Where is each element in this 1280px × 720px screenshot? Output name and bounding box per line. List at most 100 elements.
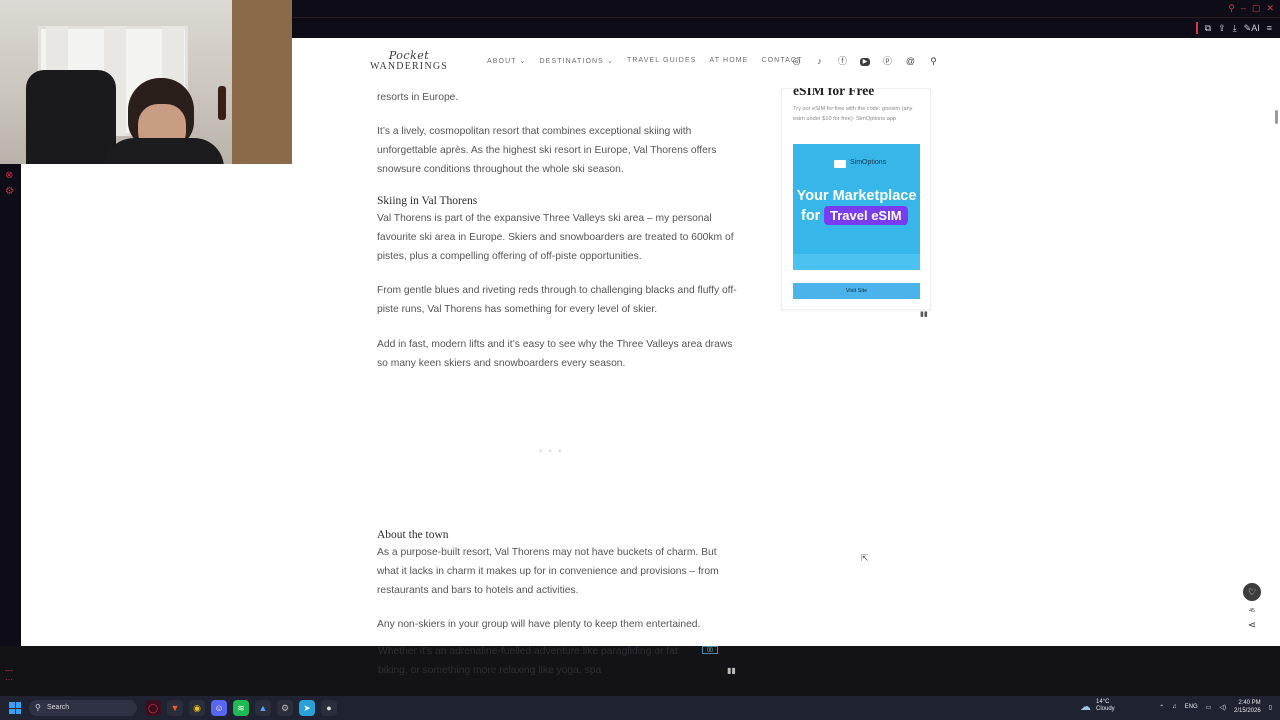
vpn-icon[interactable]: ▲: [255, 700, 271, 716]
ai-label: AI: [1251, 22, 1260, 33]
paragraph: resorts in Europe.: [377, 92, 459, 103]
divider: [293, 17, 1280, 18]
browser-toolbar: ⧉ ⇪ ⤓ ✎AI ≡: [1195, 22, 1272, 34]
nav-at-home[interactable]: AT HOME: [710, 57, 749, 65]
banner-for: for: [801, 208, 821, 224]
paragraph: Val Thorens is part of the expansive Thr…: [377, 213, 734, 262]
search-placeholder: Search: [47, 704, 70, 711]
weather-temp: 14°C: [1096, 699, 1110, 705]
date: 2/15/2026: [1233, 708, 1261, 714]
settings-icon[interactable]: ⚙: [5, 186, 14, 197]
spotify-icon[interactable]: ≋: [233, 700, 249, 716]
search-icon[interactable]: ⚲: [928, 56, 939, 67]
youtube-icon[interactable]: ▶: [860, 57, 870, 66]
nav-travel-guides[interactable]: TRAVEL GUIDES: [627, 57, 697, 65]
paragraph: As a purpose-built resort, Val Thorens m…: [377, 547, 719, 596]
paragraph-line: biking, or something more relaxing like …: [378, 665, 602, 676]
pinterest-icon[interactable]: ⓟ: [882, 56, 893, 67]
sim-card-icon: [834, 160, 846, 168]
settings-icon[interactable]: ⚙: [277, 700, 293, 716]
leo-ai-button[interactable]: ✎AI: [1244, 23, 1260, 34]
page-scrollbar[interactable]: [1273, 38, 1280, 646]
instagram-icon[interactable]: ◎: [791, 56, 802, 67]
webcam-chair: [26, 70, 116, 164]
chrome-icon[interactable]: ◉: [189, 700, 205, 716]
display-icon[interactable]: ▭: [1206, 704, 1212, 711]
paragraph: Add in fast, modern lifts and it’s easy …: [377, 339, 733, 369]
banner-brand: SimOptions: [850, 159, 887, 166]
main-nav: ABOUT ⌄ DESTINATIONS ⌄ TRAVEL GUIDES AT …: [487, 57, 802, 65]
nav-label: DESTINATIONS: [539, 58, 604, 65]
ad-mark-icon: ▮▮: [727, 666, 736, 675]
close-icon[interactable]: ✕: [1266, 3, 1274, 14]
webcam-bottle: [218, 86, 226, 120]
ad-mark-icon: ▮▮: [920, 311, 928, 318]
minimize-icon[interactable]: –: [1241, 3, 1246, 14]
webcam-overlay: [0, 0, 292, 164]
search-icon[interactable]: ⚲: [1228, 3, 1235, 14]
windows-taskbar: ⚲ Search ◯ ▼ ◉ ☺ ≋ ▲ ⚙ ➤ ● ☁ 14°C Cloudy …: [0, 696, 1280, 720]
mouse-cursor-icon: ⇱: [861, 553, 869, 563]
ad-placeholder: • • •: [539, 446, 564, 456]
maximize-icon[interactable]: ▢: [1252, 3, 1261, 14]
facebook-icon[interactable]: ⓕ: [837, 56, 848, 67]
share-icon[interactable]: ⋖: [1245, 620, 1259, 631]
window-controls: ⚲ – ▢ ✕: [1228, 3, 1274, 14]
nav-destinations[interactable]: DESTINATIONS ⌄: [540, 57, 614, 65]
notification-icon[interactable]: ▯: [1269, 704, 1272, 711]
screen: ⚲ – ▢ ✕ ⧉ ⇪ ⤓ ✎AI ≡ ⊗ ⚙ Pocket WANDERING…: [0, 0, 1280, 720]
site-logo[interactable]: Pocket WANDERINGS: [369, 50, 449, 73]
obs-icon[interactable]: ●: [321, 700, 337, 716]
sidebar-bottom-icons: — ⋯: [5, 666, 13, 684]
paragraph: It’s a lively, cosmopolitan resort that …: [377, 126, 717, 175]
search-icon: ⚲: [35, 703, 41, 712]
download-icon[interactable]: ⤓: [1233, 23, 1237, 34]
likes-count: 45: [1249, 608, 1255, 614]
chevron-up-icon[interactable]: ⌃: [1159, 704, 1164, 711]
divider: [1195, 22, 1198, 34]
brave-icon[interactable]: ▼: [167, 700, 183, 716]
taskbar-apps: ◯ ▼ ◉ ☺ ≋ ▲ ⚙ ➤ ●: [145, 700, 337, 716]
paragraph: From gentle blues and riveting reds thro…: [377, 285, 737, 315]
ad-choices-icon[interactable]: ▯▯: [702, 646, 718, 654]
cloud-icon: ☁: [1080, 700, 1091, 713]
obscured-text: Whether it’s an adrenaline-fuelled adven…: [378, 642, 738, 680]
opera-gx-icon[interactable]: ◯: [145, 700, 161, 716]
share-icon[interactable]: ⇪: [1218, 23, 1226, 34]
weather-widget[interactable]: ☁ 14°C Cloudy: [1080, 699, 1115, 713]
menu-icon[interactable]: ≡: [1267, 23, 1272, 33]
microphone-icon[interactable]: ♫: [1172, 704, 1177, 710]
visit-site-button[interactable]: Visit Site: [793, 283, 920, 299]
chevron-down-icon: ⌄: [519, 58, 527, 65]
discord-icon[interactable]: ☺: [211, 700, 227, 716]
nav-about[interactable]: ABOUT ⌄: [487, 57, 527, 65]
volume-icon[interactable]: ◁): [1219, 704, 1226, 711]
chevron-down-icon: ⌄: [606, 58, 614, 65]
esim-banner-ad[interactable]: SimOptions Your Marketplace for Travel e…: [793, 144, 920, 270]
banner-pill: Travel eSIM: [824, 206, 908, 225]
time: 2:40 PM: [1238, 700, 1261, 706]
esim-widget: eSIM for Free Try our eSIM for free with…: [781, 83, 931, 310]
banner-headline: Your Marketplace: [796, 188, 917, 204]
language-indicator[interactable]: ENG: [1185, 704, 1198, 710]
windows-start-icon[interactable]: [9, 702, 21, 714]
weather-desc: Cloudy: [1096, 706, 1115, 712]
social-links: ◎ ♪ ⓕ ▶ ⓟ @ ⚲: [791, 56, 939, 67]
webcam-person-body: [104, 138, 224, 164]
logo-caps: WANDERINGS: [369, 61, 449, 72]
sticky-bottom-ad: Whether it’s an adrenaline-fuelled adven…: [0, 646, 1280, 696]
system-tray: ⌃ ♫ ENG ▭ ◁) 2:40 PM 2/15/2026 ▯: [1159, 699, 1272, 715]
paragraph: Any non-skiers in your group will have p…: [377, 619, 701, 630]
clock[interactable]: 2:40 PM 2/15/2026: [1234, 699, 1261, 715]
extensions-icon[interactable]: ⧉: [1205, 23, 1211, 34]
nav-label: ABOUT: [487, 58, 517, 65]
widget-description: Try our eSIM for free with the code: goe…: [793, 106, 913, 122]
scrollbar-thumb[interactable]: [1275, 110, 1278, 124]
sidebar-app-icon[interactable]: ⊗: [5, 170, 13, 181]
heart-icon[interactable]: ♡: [1243, 583, 1261, 601]
taskbar-search[interactable]: ⚲ Search: [29, 700, 137, 716]
threads-icon[interactable]: @: [905, 56, 916, 67]
paragraph-line: Whether it’s an adrenaline-fuelled adven…: [378, 646, 678, 657]
telegram-icon[interactable]: ➤: [299, 700, 315, 716]
tiktok-icon[interactable]: ♪: [814, 56, 825, 67]
